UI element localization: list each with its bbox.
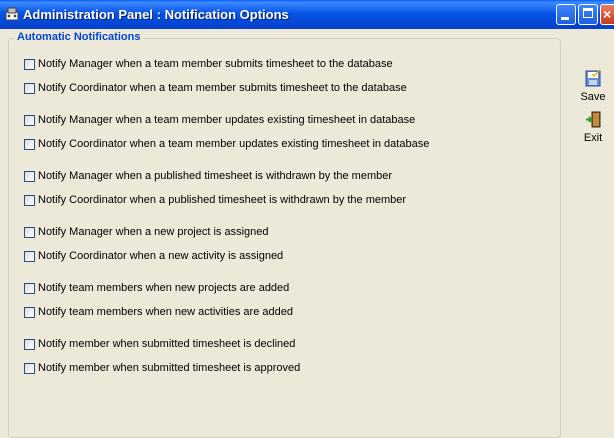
- exit-door-icon: [585, 111, 600, 128]
- checkbox-box[interactable]: [24, 138, 35, 150]
- group-legend: Automatic Notifications: [14, 31, 144, 43]
- close-button[interactable]: ×: [600, 4, 614, 25]
- checkbox-label: Notify Coordinator when a published time…: [38, 194, 407, 206]
- checkbox-notify-coordinator-update[interactable]: Notify Coordinator when a team member up…: [24, 137, 429, 151]
- minimize-button[interactable]: [556, 4, 576, 25]
- checkbox-notify-manager-new-project[interactable]: Notify Manager when a new project is ass…: [24, 225, 269, 239]
- save-disk-icon: [585, 70, 600, 87]
- checkbox-box[interactable]: [24, 194, 35, 206]
- checkbox-notify-manager-withdrawn[interactable]: Notify Manager when a published timeshee…: [24, 169, 392, 183]
- checkbox-label: Notify member when submitted timesheet i…: [38, 338, 296, 350]
- save-label: Save: [580, 91, 606, 103]
- checkbox-label: Notify Manager when a published timeshee…: [38, 170, 393, 182]
- save-button[interactable]: Save: [575, 70, 611, 103]
- checkbox-box[interactable]: [24, 282, 35, 294]
- checkbox-notify-coordinator-new-activity[interactable]: Notify Coordinator when a new activity i…: [24, 249, 283, 263]
- checkbox-label: Notify team members when new projects ar…: [38, 282, 290, 294]
- close-icon: ×: [603, 6, 612, 22]
- checkbox-box[interactable]: [24, 58, 35, 70]
- checkbox-box[interactable]: [24, 82, 35, 94]
- maximize-button[interactable]: [578, 4, 598, 25]
- checkbox-box[interactable]: [24, 250, 35, 262]
- checkbox-notify-member-declined[interactable]: Notify member when submitted timesheet i…: [24, 337, 295, 351]
- checkbox-box[interactable]: [24, 114, 35, 126]
- checkbox-box[interactable]: [24, 338, 35, 350]
- checkbox-label: Notify team members when new activities …: [38, 306, 293, 318]
- minimize-icon: [561, 17, 569, 20]
- exit-button[interactable]: Exit: [575, 111, 611, 144]
- checkbox-label: Notify Coordinator when a new activity i…: [38, 250, 284, 262]
- checkbox-box[interactable]: [24, 362, 35, 374]
- checkbox-notify-manager-update[interactable]: Notify Manager when a team member update…: [24, 113, 415, 127]
- maximize-icon: [583, 8, 593, 18]
- app-window-icon: [5, 7, 19, 21]
- checkbox-label: Notify Manager when a team member update…: [38, 114, 416, 126]
- checkbox-notify-manager-submit[interactable]: Notify Manager when a team member submit…: [24, 57, 393, 71]
- checkbox-label: Notify member when submitted timesheet i…: [38, 362, 301, 374]
- checkbox-label: Notify Coordinator when a team member su…: [38, 82, 407, 94]
- exit-label: Exit: [583, 132, 603, 144]
- title-bar[interactable]: Administration Panel : Notification Opti…: [0, 0, 614, 29]
- checkbox-notify-coordinator-submit[interactable]: Notify Coordinator when a team member su…: [24, 81, 407, 95]
- checkbox-label: Notify Manager when a new project is ass…: [38, 226, 269, 238]
- checkbox-notify-members-new-projects[interactable]: Notify team members when new projects ar…: [24, 281, 289, 295]
- checkbox-box[interactable]: [24, 226, 35, 238]
- checkbox-notify-coordinator-withdrawn[interactable]: Notify Coordinator when a published time…: [24, 193, 406, 207]
- checkbox-notify-members-new-activities[interactable]: Notify team members when new activities …: [24, 305, 293, 319]
- checkbox-label: Notify Manager when a team member submit…: [38, 58, 393, 70]
- checkbox-notify-member-approved[interactable]: Notify member when submitted timesheet i…: [24, 361, 300, 375]
- checkbox-box[interactable]: [24, 170, 35, 182]
- window-title: Administration Panel : Notification Opti…: [23, 7, 289, 22]
- checkbox-box[interactable]: [24, 306, 35, 318]
- checkbox-label: Notify Coordinator when a team member up…: [38, 138, 430, 150]
